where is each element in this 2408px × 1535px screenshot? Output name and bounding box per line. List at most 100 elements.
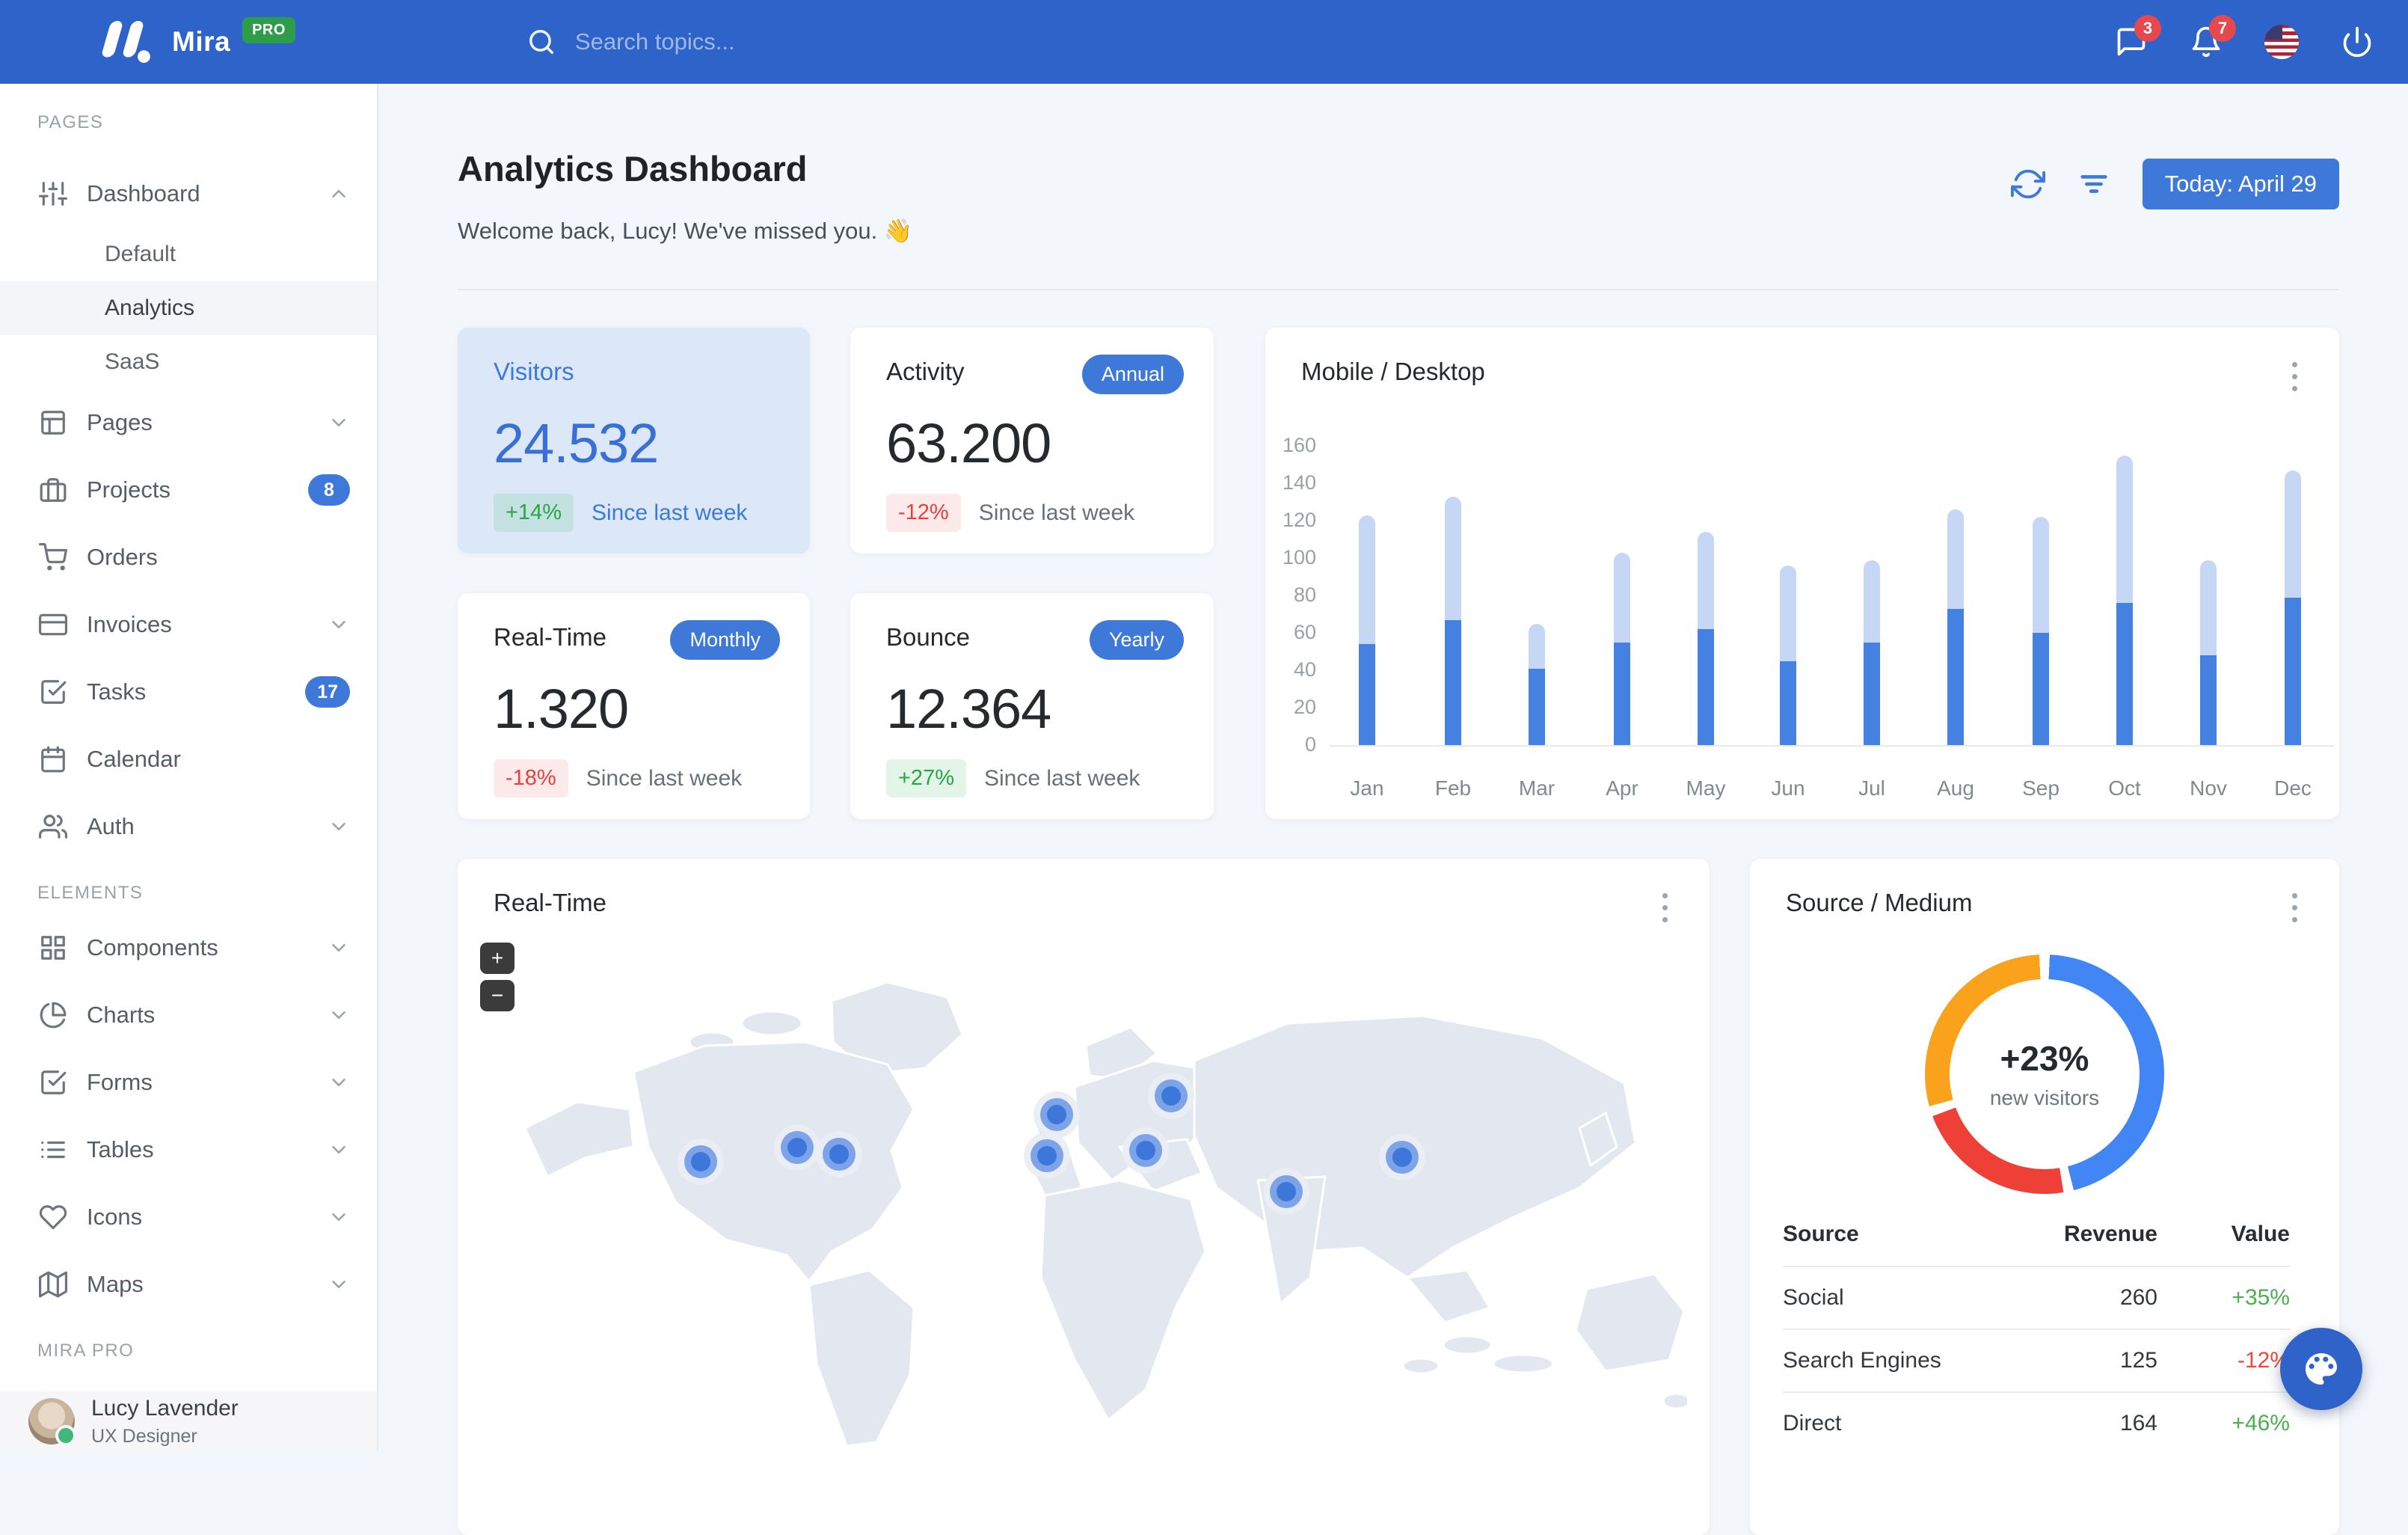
check-square-icon xyxy=(39,678,67,706)
map-menu-button[interactable] xyxy=(1650,890,1680,925)
sidebar-item-label: Projects xyxy=(87,477,308,503)
avatar xyxy=(28,1398,75,1444)
x-axis-label: Mar xyxy=(1503,776,1570,800)
sidebar-item-auth[interactable]: Auth xyxy=(0,793,377,860)
cell-source: Search Engines xyxy=(1783,1348,2038,1373)
map-marker xyxy=(1129,1134,1162,1167)
sidebar-item-components[interactable]: Components xyxy=(0,914,377,981)
stat-value: 24.532 xyxy=(494,411,658,475)
source-menu-button[interactable] xyxy=(2279,890,2309,925)
chart-menu-button[interactable] xyxy=(2279,359,2309,393)
welcome-message: Welcome back, Lucy! We've missed you. 👋 xyxy=(458,217,912,245)
cell-value: -12% xyxy=(2157,1348,2290,1373)
map-title: Real-Time xyxy=(494,889,606,917)
palette-icon xyxy=(2300,1348,2342,1390)
us-flag-icon[interactable] xyxy=(2264,25,2299,59)
header-divider xyxy=(458,289,2339,290)
sidebar-item-label: Invoices xyxy=(87,611,328,638)
stat-period-badge: Yearly xyxy=(1090,620,1184,660)
stat-value: 12.364 xyxy=(886,677,1051,741)
notifications-button[interactable]: 7 xyxy=(2190,25,2223,58)
users-icon xyxy=(39,812,67,841)
sidebar-item-pages[interactable]: Pages xyxy=(0,389,377,456)
stat-caption: Since last week xyxy=(586,766,742,791)
sidebar-item-icons[interactable]: Icons xyxy=(0,1183,377,1251)
messages-count-badge: 3 xyxy=(2134,15,2161,42)
map-marker xyxy=(684,1145,717,1178)
chevron-down-icon xyxy=(328,613,350,636)
date-range-button[interactable]: Today: April 29 xyxy=(2143,159,2339,209)
sidebar-item-label: Auth xyxy=(87,813,328,840)
top-navbar: Mira PRO 3 7 xyxy=(0,0,2408,84)
search-input[interactable] xyxy=(575,28,964,55)
x-axis-label: Nov xyxy=(2175,776,2242,800)
sidebar-item-label: Calendar xyxy=(87,746,350,773)
cell-revenue: 164 xyxy=(2038,1411,2157,1436)
y-axis-tick: 60 xyxy=(1270,621,1316,644)
shopping-cart-icon xyxy=(39,543,67,572)
y-axis-tick: 40 xyxy=(1270,658,1316,681)
stat-title: Visitors xyxy=(494,358,574,386)
bar-aug xyxy=(1947,509,1964,745)
sidebar-item-dashboard[interactable]: Dashboard xyxy=(0,160,377,227)
chevron-down-icon xyxy=(328,1273,350,1296)
sidebar-item-forms[interactable]: Forms xyxy=(0,1049,377,1116)
stat-delta-chip: +27% xyxy=(886,759,966,797)
chevron-down-icon xyxy=(328,1139,350,1161)
sidebar-item-maps[interactable]: Maps xyxy=(0,1251,377,1318)
chevron-down-icon xyxy=(328,411,350,434)
bar-nov xyxy=(2200,560,2217,746)
chart-title: Mobile / Desktop xyxy=(1301,358,1485,386)
sidebar-item-invoices[interactable]: Invoices xyxy=(0,591,377,658)
map-marker xyxy=(1386,1141,1419,1174)
chevron-up-icon xyxy=(328,183,350,205)
refresh-button[interactable] xyxy=(2011,167,2045,201)
mira-logo-icon xyxy=(102,21,154,63)
brand-logo[interactable]: Mira PRO xyxy=(102,21,295,63)
sidebar-item-orders[interactable]: Orders xyxy=(0,524,377,591)
sidebar-item-projects[interactable]: Projects8 xyxy=(0,456,377,524)
y-axis-tick: 100 xyxy=(1270,546,1316,569)
map-marker xyxy=(823,1138,856,1171)
sidebar-subitem-label: Analytics xyxy=(105,295,194,321)
source-medium-card: Source / Medium +23% new visitors Source… xyxy=(1750,859,2339,1535)
filter-button[interactable] xyxy=(2077,167,2111,201)
stat-delta-chip: -18% xyxy=(494,759,568,797)
sidebar-subitem-label: Default xyxy=(105,242,176,267)
bar-feb xyxy=(1445,497,1461,746)
map-zoom-in-button[interactable]: + xyxy=(480,943,515,974)
bar-oct xyxy=(2116,456,2133,746)
sidebar-item-tables[interactable]: Tables xyxy=(0,1116,377,1183)
stat-card-visitors: Visitors24.532+14%Since last week xyxy=(458,328,810,554)
column-header: Revenue xyxy=(2038,1222,2157,1247)
sliders-icon xyxy=(39,180,67,208)
table-row-social: Social260+35% xyxy=(1783,1266,2290,1329)
chevron-down-icon xyxy=(328,1004,350,1026)
calendar-icon xyxy=(39,745,67,773)
logout-button[interactable] xyxy=(2341,25,2374,58)
sidebar-subitem-default[interactable]: Default xyxy=(0,227,377,281)
sidebar-item-calendar[interactable]: Calendar xyxy=(0,726,377,793)
sidebar-subitem-saas[interactable]: SaaS xyxy=(0,335,377,389)
x-axis-label: Jun xyxy=(1754,776,1822,800)
bar-may xyxy=(1698,532,1714,745)
messages-button[interactable]: 3 xyxy=(2115,25,2148,58)
stat-title: Bounce xyxy=(886,623,970,652)
sidebar-item-charts[interactable]: Charts xyxy=(0,981,377,1049)
y-axis-tick: 120 xyxy=(1270,509,1316,532)
bar-dec xyxy=(2285,471,2301,746)
sidebar-subitem-analytics[interactable]: Analytics xyxy=(0,281,377,335)
map-zoom-out-button[interactable]: − xyxy=(480,980,515,1011)
map-marker xyxy=(1040,1098,1073,1131)
x-axis-label: Apr xyxy=(1588,776,1656,800)
table-row-direct: Direct164+46% xyxy=(1783,1391,2290,1454)
bar-jan xyxy=(1359,515,1375,746)
sidebar-item-tasks[interactable]: Tasks17 xyxy=(0,658,377,726)
sidebar-user-profile[interactable]: Lucy Lavender UX Designer xyxy=(0,1391,377,1451)
theme-settings-fab[interactable] xyxy=(2280,1328,2362,1410)
chevron-down-icon xyxy=(328,815,350,838)
stat-value: 63.200 xyxy=(886,411,1051,475)
page-title: Analytics Dashboard xyxy=(458,148,808,189)
x-axis-label: Feb xyxy=(1419,776,1487,800)
x-axis-label: Dec xyxy=(2259,776,2326,800)
